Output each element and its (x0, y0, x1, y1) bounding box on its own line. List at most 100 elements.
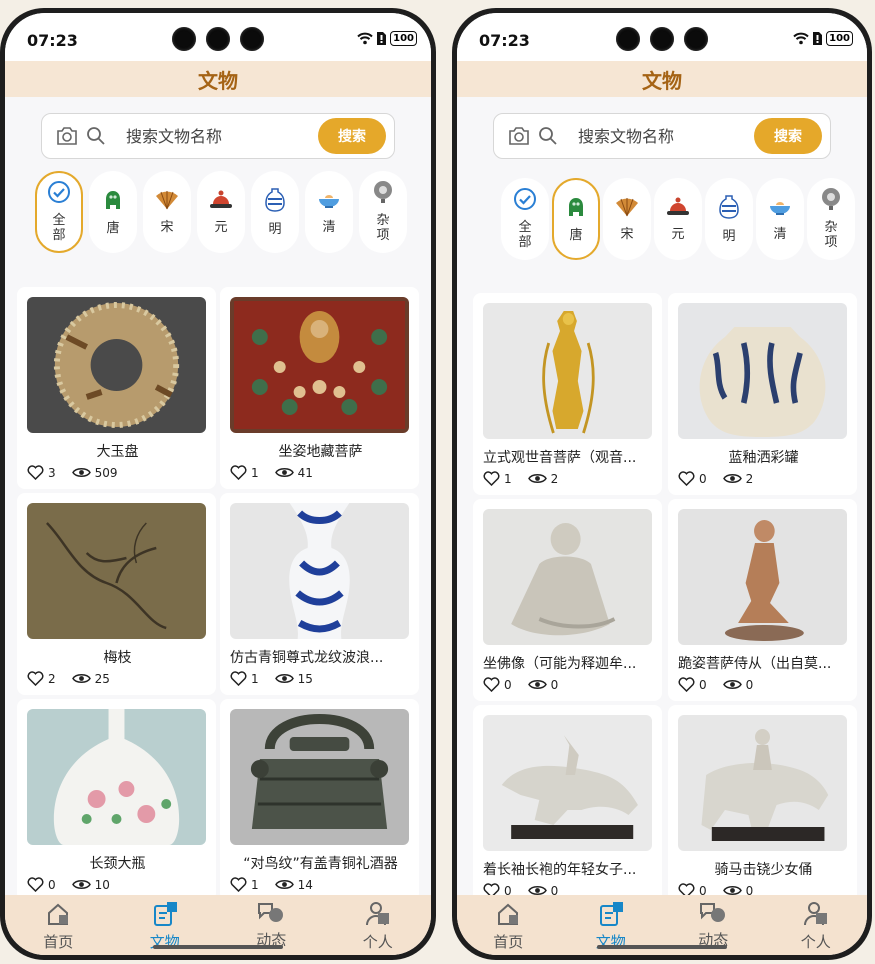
artifact-card[interactable]: 骑马击铙少女俑 0 0 (668, 705, 857, 907)
artifact-card[interactable]: “对鸟纹”有盖青铜礼酒器 1 14 (220, 699, 419, 901)
category-0[interactable]: 全部 (501, 178, 549, 260)
heart-icon[interactable] (230, 465, 247, 480)
tab-2[interactable]: 动态 (681, 901, 745, 950)
heart-icon[interactable] (230, 671, 247, 686)
heart-icon[interactable] (483, 471, 500, 486)
category-3[interactable]: 元 (197, 171, 245, 253)
eye-icon (527, 680, 547, 689)
category-label: 宋 (620, 226, 634, 242)
status-time: 07:23 (27, 31, 78, 50)
battery-icon: 100 (390, 31, 417, 46)
ming-vase-icon (719, 194, 739, 225)
misc-mirror-icon (372, 180, 394, 209)
artifact-image[interactable] (27, 709, 206, 845)
camera-search-icon[interactable] (56, 126, 78, 146)
view-count: 25 (94, 671, 110, 686)
heart-icon[interactable] (483, 677, 500, 692)
category-0[interactable]: 全部 (35, 171, 83, 253)
camera-cutouts (616, 27, 708, 51)
yuan-hat-icon (665, 196, 691, 223)
artifact-name: 大玉盘 (96, 444, 139, 460)
search-button[interactable]: 搜索 (318, 118, 386, 154)
heart-icon[interactable] (678, 471, 695, 486)
artifact-card[interactable]: 坐佛像（可能为释迦牟... 0 0 (473, 499, 662, 701)
artifact-stats: 2 25 (27, 671, 110, 686)
category-3[interactable]: 元 (654, 178, 702, 260)
heart-icon[interactable] (27, 877, 44, 892)
category-4[interactable]: 明 (251, 171, 299, 253)
eye-icon (71, 880, 91, 889)
camera-icon (650, 27, 674, 51)
tab-3[interactable]: 个人 (346, 901, 410, 952)
category-5[interactable]: 清 (756, 178, 804, 260)
artifacts-icon (597, 901, 625, 931)
artifact-image[interactable] (27, 297, 206, 433)
category-6[interactable]: 杂项 (359, 171, 407, 253)
camera-search-icon[interactable] (508, 126, 530, 146)
category-2[interactable]: 宋 (603, 178, 651, 260)
artifact-card[interactable]: 跪姿菩萨侍从（出自莫... 0 0 (668, 499, 857, 701)
system-icons: 100 (793, 31, 853, 46)
artifact-image[interactable] (678, 509, 847, 645)
category-1[interactable]: 唐 (89, 171, 137, 253)
search-input[interactable] (124, 125, 318, 147)
artifact-card[interactable]: 坐姿地藏菩萨 1 41 (220, 287, 419, 489)
song-fan-icon (614, 196, 640, 223)
artifact-stats: 1 15 (230, 671, 313, 686)
heart-icon[interactable] (678, 677, 695, 692)
category-4[interactable]: 明 (705, 178, 753, 260)
artifact-image[interactable] (483, 715, 652, 851)
search-input[interactable] (576, 125, 754, 147)
artifact-image[interactable] (483, 303, 652, 439)
artifact-image[interactable] (483, 509, 652, 645)
artifact-card[interactable]: 长颈大瓶 0 10 (17, 699, 216, 901)
category-5[interactable]: 清 (305, 171, 353, 253)
like-count: 0 (48, 877, 56, 892)
search-button[interactable]: 搜索 (754, 118, 822, 154)
tab-2[interactable]: 动态 (239, 901, 303, 950)
artifact-card[interactable]: 仿古青铜尊式龙纹波浪... 1 15 (220, 493, 419, 695)
artifact-image[interactable] (678, 715, 847, 851)
category-label: 清 (322, 219, 336, 235)
wifi-icon (793, 32, 809, 45)
artifact-card[interactable]: 大玉盘 3 509 (17, 287, 216, 489)
like-count: 2 (48, 671, 56, 686)
tab-0[interactable]: 首页 (476, 901, 540, 952)
artifact-grid: 立式观世音菩萨（观音... 1 2 蓝釉洒彩罐 0 2 坐佛像（可能为释迦牟..… (473, 293, 857, 907)
tab-3[interactable]: 个人 (784, 901, 848, 952)
artifact-name: 立式观世音菩萨（观音... (483, 450, 637, 466)
search-bar: 搜索 (493, 113, 831, 159)
category-label: 杂项 (376, 212, 390, 244)
phone-right: 07:23 100 文物 搜索 全部 唐 宋 (452, 8, 872, 960)
song-fan-icon (154, 189, 180, 216)
heart-icon[interactable] (27, 465, 44, 480)
category-2[interactable]: 宋 (143, 171, 191, 253)
artifact-image[interactable] (230, 297, 409, 433)
check-circle-icon (47, 180, 71, 209)
status-time: 07:23 (479, 31, 530, 50)
category-label: 全部 (52, 212, 66, 244)
heart-icon[interactable] (230, 877, 247, 892)
tab-label: 个人 (362, 933, 393, 951)
artifact-card[interactable]: 蓝釉洒彩罐 0 2 (668, 293, 857, 495)
category-label: 全部 (518, 219, 532, 251)
heart-icon[interactable] (27, 671, 44, 686)
artifact-stats: 1 14 (230, 877, 313, 892)
artifact-image[interactable] (678, 303, 847, 439)
like-count: 0 (699, 677, 707, 692)
category-label: 杂项 (824, 219, 838, 251)
artifact-card[interactable]: 着长袖长袍的年轻女子... 0 0 (473, 705, 662, 907)
artifact-image[interactable] (27, 503, 206, 639)
category-6[interactable]: 杂项 (807, 178, 855, 260)
category-1[interactable]: 唐 (552, 178, 600, 260)
screen: 07:23 100 文物 搜索 全部 唐 宋 (457, 13, 867, 955)
artifact-stats: 1 41 (230, 465, 313, 480)
artifact-image[interactable] (230, 503, 409, 639)
like-count: 1 (251, 877, 259, 892)
artifact-card[interactable]: 立式观世音菩萨（观音... 1 2 (473, 293, 662, 495)
sim-icon (813, 32, 823, 45)
artifact-card[interactable]: 梅枝 2 25 (17, 493, 216, 695)
eye-icon (527, 474, 547, 483)
tab-0[interactable]: 首页 (26, 901, 90, 952)
artifact-image[interactable] (230, 709, 409, 845)
